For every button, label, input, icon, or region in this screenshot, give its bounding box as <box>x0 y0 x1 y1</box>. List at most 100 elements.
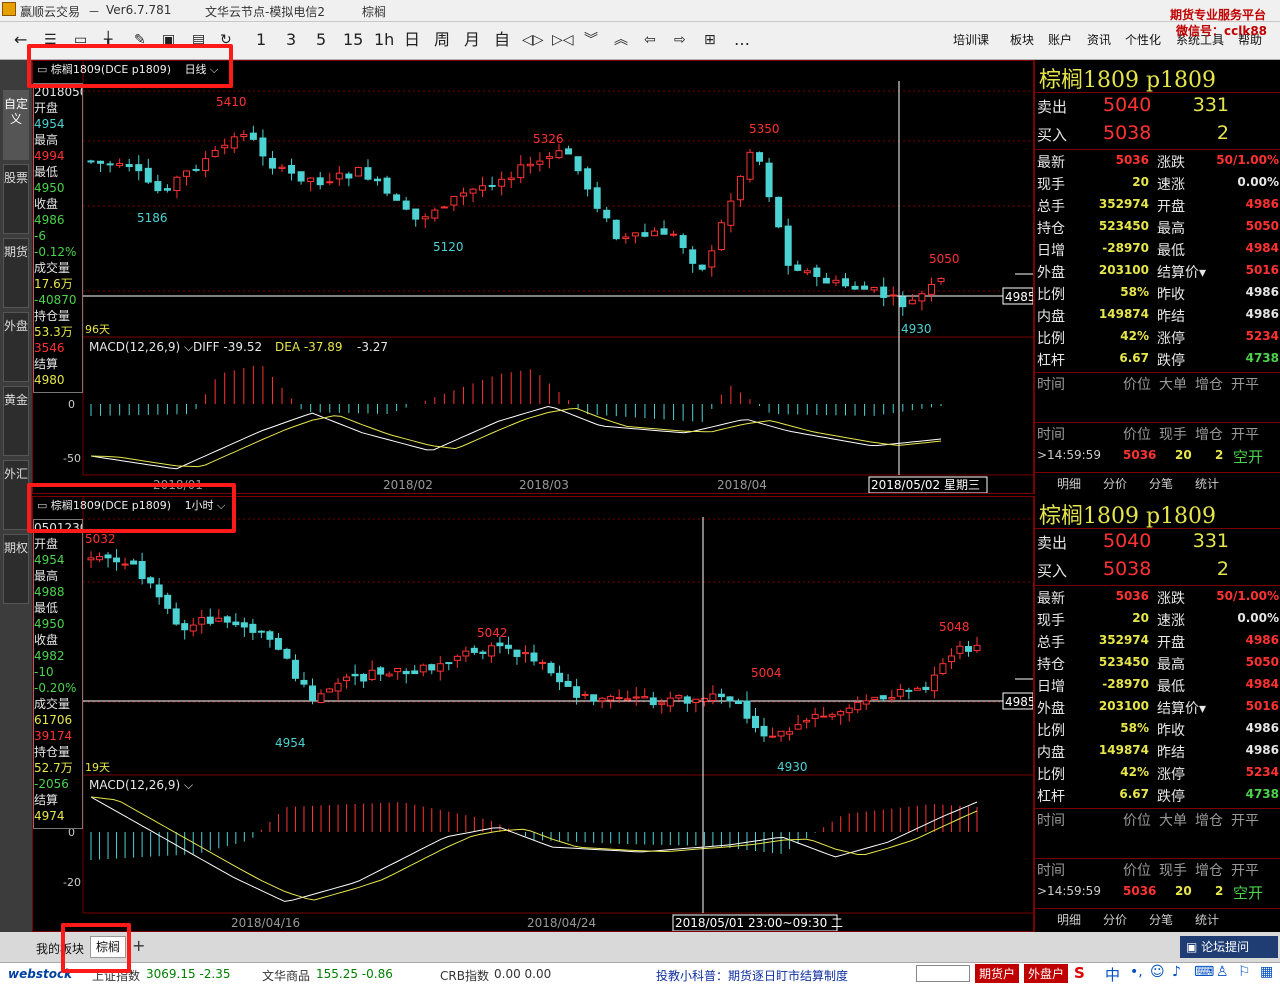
grid-menu-icon[interactable]: ▦ <box>1260 964 1273 980</box>
period-15min[interactable]: 15 <box>343 30 363 50</box>
forum-button[interactable]: ▣ 论坛提问 <box>1180 936 1278 958</box>
quote-tab-2[interactable]: 分笔 <box>1149 475 1173 492</box>
period-week[interactable]: 周 <box>434 30 450 50</box>
menu-training[interactable]: 培训课 <box>953 31 989 48</box>
menu-personalize[interactable]: 个性化 <box>1125 31 1161 48</box>
tab-options[interactable]: 期权 <box>3 534 29 604</box>
period-day[interactable]: 日 <box>404 30 420 50</box>
info-low: 4950 <box>34 617 65 631</box>
menu-sector[interactable]: 板块 <box>1010 31 1034 48</box>
sell-price[interactable]: 5040 <box>1103 530 1151 552</box>
more-icon[interactable]: … <box>734 30 750 50</box>
visible-days-label: 96天 <box>85 323 110 336</box>
quote-row-value: 42% <box>1120 329 1149 343</box>
user-icon[interactable]: ♙ <box>1216 964 1229 980</box>
macd-value: -3.27 <box>357 340 388 354</box>
period-month[interactable]: 月 <box>464 30 480 50</box>
move-left-icon[interactable]: ⇦ <box>644 30 656 50</box>
buy-price[interactable]: 5038 <box>1103 558 1151 580</box>
quote-tab-0[interactable]: 明细 <box>1057 475 1081 492</box>
menu-news[interactable]: 资讯 <box>1087 31 1111 48</box>
mic-icon[interactable]: ♪ <box>1172 964 1181 980</box>
ime-icon[interactable]: 中 <box>1105 964 1120 985</box>
menu-account[interactable]: 账户 <box>1048 31 1072 48</box>
candle-body <box>679 235 687 249</box>
sogou-icon[interactable]: S <box>1074 964 1085 982</box>
candle-body <box>746 151 754 180</box>
quote-row-value: 0.00% <box>1237 611 1279 625</box>
period-1min[interactable]: 1 <box>256 30 266 50</box>
daily-kline-svg[interactable]: 4985 5410 5326 5350 5186 5120 5050 4930 96天 MACD(… <box>33 61 1033 493</box>
sell-price[interactable]: 5040 <box>1103 94 1151 116</box>
quote-row-label: 最高 <box>1157 657 1185 673</box>
zoom-out-icon[interactable]: ▷◁ <box>552 30 574 50</box>
foreign-account-button[interactable]: 外盘户 <box>1024 964 1069 983</box>
period-5min[interactable]: 5 <box>316 30 326 50</box>
grid-icon[interactable]: ⊞ <box>704 30 716 50</box>
tab-gold[interactable]: 黄金 <box>3 386 29 456</box>
candle-body <box>215 617 223 622</box>
candle-body <box>899 296 907 308</box>
x-axis-label: 2018/04/24 <box>527 916 596 930</box>
add-tab-button[interactable]: + <box>132 936 145 955</box>
candle-body <box>964 645 972 652</box>
tick-header: 增仓 <box>1195 427 1223 443</box>
quote-row-value: 58% <box>1120 721 1149 735</box>
buy-price[interactable]: 5038 <box>1103 122 1151 144</box>
punct-icon[interactable]: •, <box>1130 964 1143 980</box>
period-1hour[interactable]: 1h <box>374 30 394 50</box>
quote-tab-3[interactable]: 统计 <box>1195 911 1219 928</box>
candle-body <box>479 651 487 654</box>
info-low: 4950 <box>34 181 65 195</box>
buy-volume: 2 <box>1216 558 1229 580</box>
emoji-icon[interactable]: ☺ <box>1150 964 1165 980</box>
tab-stocks[interactable]: 股票 <box>3 164 29 234</box>
keyboard-icon[interactable]: ⌨ <box>1194 964 1214 980</box>
back-arrow-icon[interactable]: ← <box>14 30 27 50</box>
futures-account-button[interactable]: 期货户 <box>975 964 1020 983</box>
price-extreme-label: 5186 <box>137 211 168 225</box>
tab-forex[interactable]: 外汇 <box>3 460 29 530</box>
candle-body <box>147 577 155 584</box>
candle-body <box>545 156 553 159</box>
search-input[interactable] <box>916 965 970 982</box>
quote-tab-3[interactable]: 统计 <box>1195 475 1219 492</box>
candle-body <box>937 277 945 283</box>
scroll-up-icon[interactable]: ︽ <box>614 30 628 50</box>
tab-custom[interactable]: 自定义 <box>3 90 29 160</box>
zoom-in-icon[interactable]: ◁▷ <box>522 30 544 50</box>
quote-row-label: 总手 <box>1037 199 1065 215</box>
hourly-kline-svg[interactable]: 4985 5042 5004 5048 4954 4930 5032 19天 MACD(12,2… <box>33 497 1033 931</box>
education-tip[interactable]: 投教小科普：期货逐日盯市结算制度 <box>656 967 848 984</box>
scroll-down-icon[interactable]: ︾ <box>584 30 598 50</box>
candle-body <box>956 645 964 654</box>
quote-tab-2[interactable]: 分笔 <box>1149 911 1173 928</box>
divider <box>1035 422 1280 423</box>
custom-period-icon[interactable]: 自 <box>494 30 510 50</box>
index3-name[interactable]: CRB指数 <box>440 967 489 984</box>
quote-tab-1[interactable]: 分价 <box>1103 911 1127 928</box>
macd-name: MACD(12,26,9) ⌵ <box>89 340 193 354</box>
shirt-icon[interactable]: ⚐ <box>1238 964 1251 980</box>
quote-row-label: 涨跌 <box>1157 591 1185 607</box>
index2-name[interactable]: 文华商品 <box>262 967 310 984</box>
price-extreme-label: 5048 <box>939 620 970 634</box>
move-right-icon[interactable]: ⇨ <box>674 30 686 50</box>
quote-tab-1[interactable]: 分价 <box>1103 475 1127 492</box>
candle-body <box>189 624 197 632</box>
quote-row-value: 4986 <box>1245 285 1279 299</box>
tab-futures[interactable]: 期货 <box>3 238 29 308</box>
quote-row-label: 内盘 <box>1037 309 1065 325</box>
candle-body <box>419 664 427 673</box>
macd-name: MACD(12,26,9) ⌵ <box>89 778 193 792</box>
candle-body <box>913 687 921 691</box>
candle-body <box>622 236 630 240</box>
quote-tab-0[interactable]: 明细 <box>1057 911 1081 928</box>
tab-foreign[interactable]: 外盘 <box>3 312 29 382</box>
app-logo-icon <box>2 2 16 16</box>
quote-row-value: 5036 <box>1115 153 1149 167</box>
candle-body <box>377 667 385 675</box>
macd-tick: -50 <box>63 452 81 465</box>
x-axis-label: 2018/04/16 <box>231 916 300 930</box>
period-3min[interactable]: 3 <box>286 30 296 50</box>
